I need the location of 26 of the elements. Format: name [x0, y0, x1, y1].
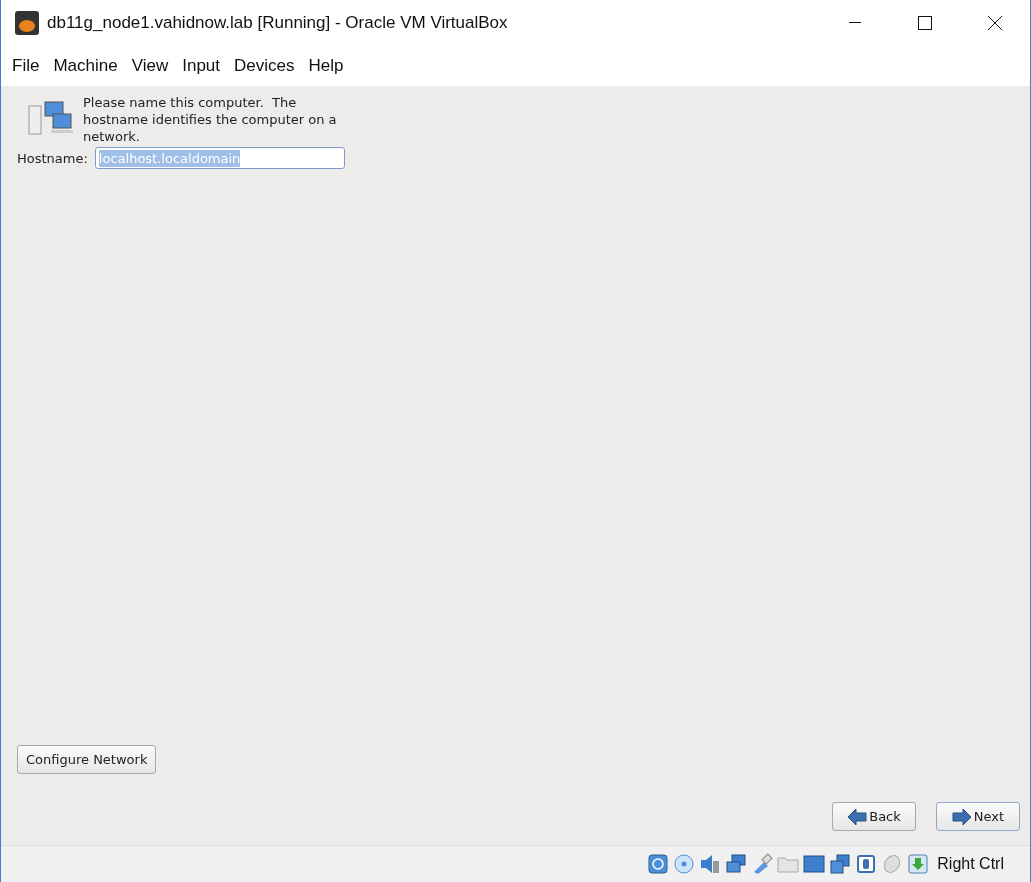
configure-network-button[interactable]: Configure Network: [17, 745, 157, 774]
speaker-icon[interactable]: [699, 853, 722, 875]
instruction-text: Please name this computer. The hostname identifies the computer on a network.: [83, 94, 338, 145]
minimize-icon[interactable]: [849, 22, 861, 24]
app-icon: [15, 11, 39, 35]
network-icon[interactable]: [725, 853, 748, 875]
computers-icon: [27, 100, 75, 136]
selected-text: localhost.localdomain: [98, 149, 241, 167]
menu-item[interactable]: Machine: [46, 56, 125, 76]
menu-item[interactable]: Input: [175, 56, 228, 76]
window-title: db11g_node1.vahidnow.lab [Running] - Oracle VM VirtualBox: [47, 13, 509, 33]
close-icon[interactable]: [988, 16, 1002, 30]
menu-item[interactable]: File: [5, 56, 47, 76]
menu-item[interactable]: View: [124, 56, 176, 76]
right-arrow-icon: [951, 807, 972, 826]
next-button[interactable]: Next: [936, 802, 1020, 831]
left-arrow-icon: [847, 807, 868, 826]
maximize-icon[interactable]: [918, 16, 932, 30]
hostname-label: Hostname:: [17, 150, 88, 166]
display-icon[interactable]: [803, 853, 826, 875]
windows-icon[interactable]: [829, 853, 852, 875]
menu-item[interactable]: Devices: [227, 56, 302, 76]
back-button[interactable]: Back: [832, 802, 916, 831]
host-key-label: Right Ctrl: [937, 855, 1004, 873]
disc-icon[interactable]: [673, 853, 696, 875]
menu-item[interactable]: Help: [301, 56, 351, 76]
